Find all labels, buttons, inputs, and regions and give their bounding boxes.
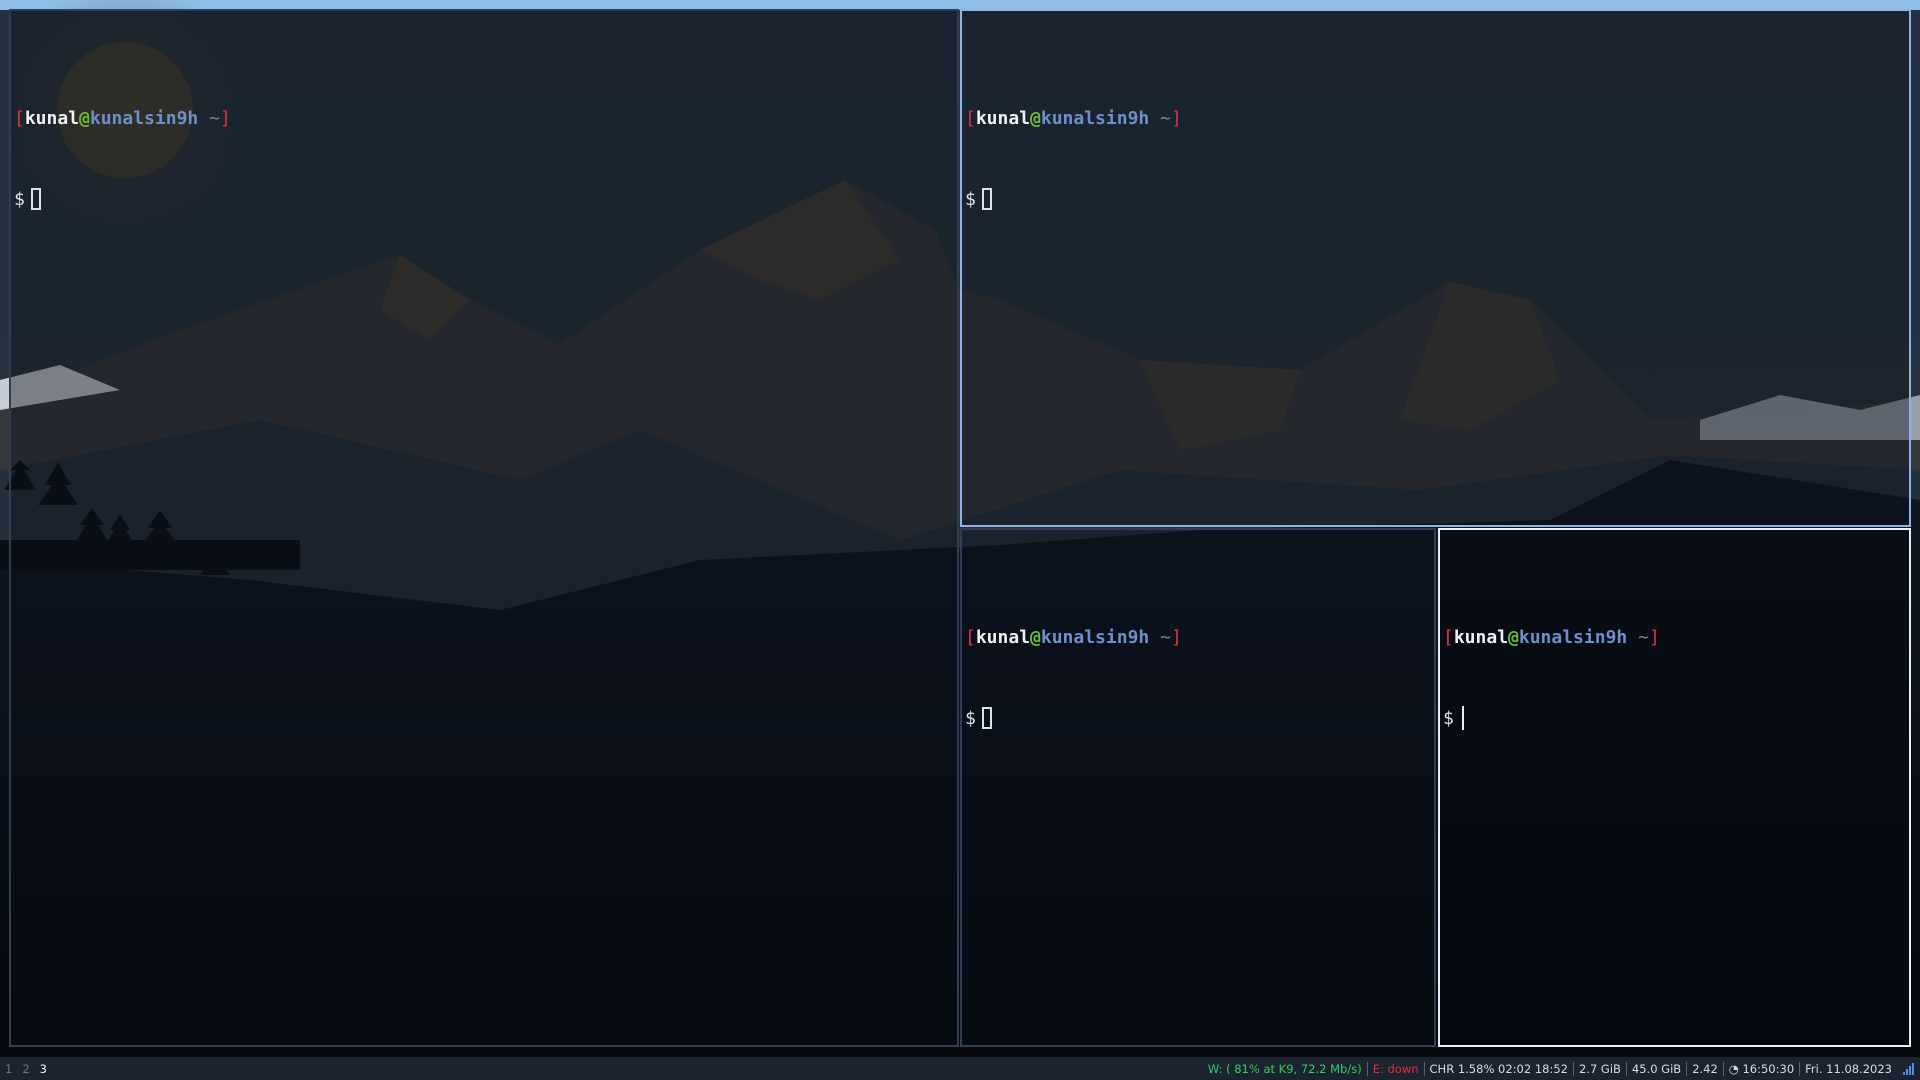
prompt-at-sign: @ xyxy=(1030,627,1041,648)
terminal-content: [kunal@kunalsin9h ~] $ xyxy=(962,11,1909,267)
prompt-directory: ~ xyxy=(1149,627,1171,648)
memory-status: 2.7 GiB xyxy=(1578,1061,1621,1076)
load-average: 2.42 xyxy=(1692,1061,1718,1076)
ps1-dollar: $ xyxy=(1443,708,1454,729)
workspace-button-1[interactable]: 1 xyxy=(0,1062,17,1076)
prompt-open-bracket: [ xyxy=(14,108,25,129)
ps1-dollar: $ xyxy=(14,189,25,210)
command-input-line[interactable]: $ xyxy=(1443,705,1909,732)
battery-status: CHR 1.58% 02:02 18:52 xyxy=(1429,1061,1568,1076)
prompt-hostname: kunalsin9h xyxy=(89,108,199,129)
clock-time: ◔ 16:50:30 xyxy=(1728,1061,1795,1076)
text-cursor xyxy=(1461,706,1464,730)
prompt-close-bracket: ] xyxy=(219,108,231,129)
text-cursor xyxy=(981,188,992,210)
prompt-at-sign: @ xyxy=(1030,108,1041,129)
shell-prompt-line: [kunal@kunalsin9h ~] xyxy=(965,105,1909,132)
prompt-directory: ~ xyxy=(198,108,220,129)
prompt-directory: ~ xyxy=(1149,108,1171,129)
terminal-window-left[interactable]: [kunal@kunalsin9h ~] $ xyxy=(9,9,959,1047)
status-blocks: W: ( 81% at K9, 72.2 Mb/s) E: down CHR 1… xyxy=(1203,1061,1920,1076)
prompt-close-bracket: ] xyxy=(1170,108,1182,129)
prompt-close-bracket: ] xyxy=(1170,627,1182,648)
prompt-user: kunal xyxy=(975,627,1031,648)
shell-prompt-line: [kunal@kunalsin9h ~] xyxy=(14,105,957,132)
terminal-content: [kunal@kunalsin9h ~] $ xyxy=(11,11,957,267)
prompt-hostname: kunalsin9h xyxy=(1518,627,1628,648)
clock-date: Fri. 11.08.2023 xyxy=(1805,1061,1892,1076)
prompt-open-bracket: [ xyxy=(1443,627,1454,648)
terminal-window-top-right[interactable]: [kunal@kunalsin9h ~] $ xyxy=(960,9,1911,527)
ps1-dollar: $ xyxy=(965,189,976,210)
prompt-hostname: kunalsin9h xyxy=(1040,108,1150,129)
i3-status-bar: 1 2 3 W: ( 81% at K9, 72.2 Mb/s) E: down… xyxy=(0,1057,1920,1080)
prompt-at-sign: @ xyxy=(1508,627,1519,648)
command-input-line[interactable]: $ xyxy=(965,705,1434,732)
prompt-at-sign: @ xyxy=(79,108,90,129)
text-cursor xyxy=(30,188,41,210)
command-input-line[interactable]: $ xyxy=(965,186,1909,213)
workspace-button-2[interactable]: 2 xyxy=(17,1062,34,1076)
text-cursor xyxy=(981,707,992,729)
prompt-user: kunal xyxy=(1453,627,1509,648)
wifi-status: W: ( 81% at K9, 72.2 Mb/s) xyxy=(1207,1061,1362,1076)
disk-status: 45.0 GiB xyxy=(1631,1061,1682,1076)
prompt-hostname: kunalsin9h xyxy=(1040,627,1150,648)
ethernet-status: E: down xyxy=(1372,1061,1419,1076)
prompt-user: kunal xyxy=(975,108,1031,129)
prompt-user: kunal xyxy=(24,108,80,129)
terminal-window-bottom-middle[interactable]: [kunal@kunalsin9h ~] $ xyxy=(960,528,1436,1047)
ps1-dollar: $ xyxy=(965,708,976,729)
command-input-line[interactable]: $ xyxy=(14,186,957,213)
prompt-directory: ~ xyxy=(1627,627,1649,648)
shell-prompt-line: [kunal@kunalsin9h ~] xyxy=(965,624,1434,651)
terminal-content: [kunal@kunalsin9h ~] $ xyxy=(962,530,1434,786)
prompt-close-bracket: ] xyxy=(1648,627,1660,648)
terminal-content: [kunal@kunalsin9h ~] $ xyxy=(1440,530,1909,786)
prompt-open-bracket: [ xyxy=(965,627,976,648)
signal-bars-icon[interactable] xyxy=(1903,1062,1914,1075)
terminal-window-bottom-right-focused[interactable]: [kunal@kunalsin9h ~] $ xyxy=(1438,528,1911,1047)
workspace-button-3-active[interactable]: 3 xyxy=(35,1062,52,1076)
shell-prompt-line: [kunal@kunalsin9h ~] xyxy=(1443,624,1909,651)
prompt-open-bracket: [ xyxy=(965,108,976,129)
